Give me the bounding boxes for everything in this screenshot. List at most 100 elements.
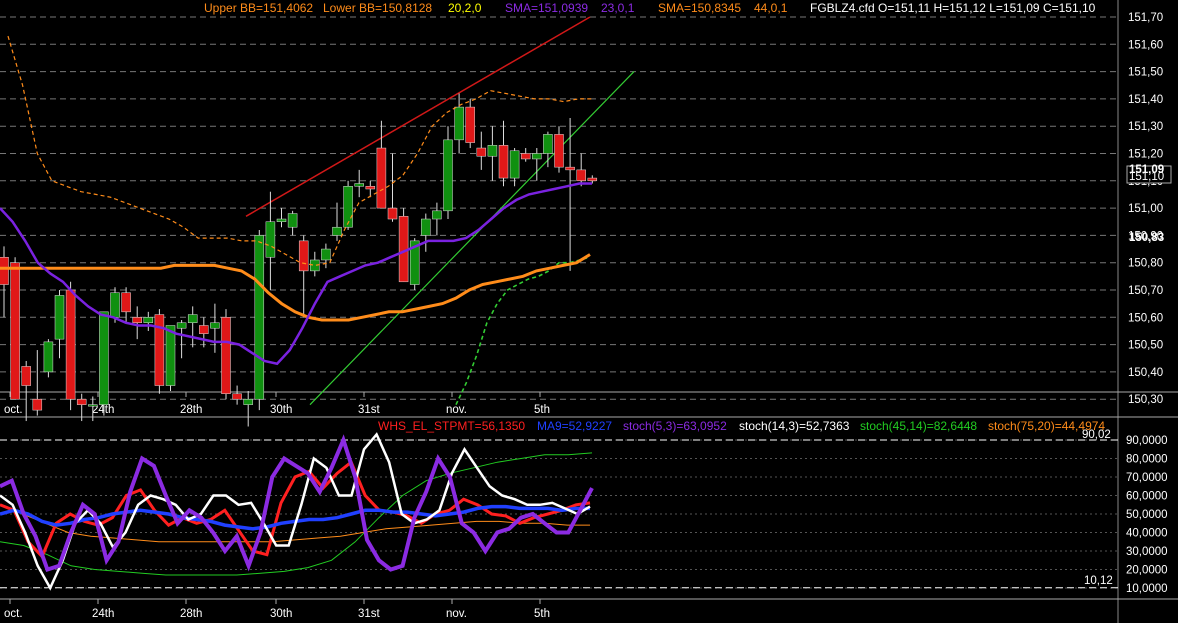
- candle-body: [520, 153, 531, 160]
- candle-body: [354, 183, 364, 187]
- candle-body: [321, 248, 331, 261]
- candle-body: [65, 289, 76, 400]
- osc-tick-label: 30,0000: [1126, 546, 1168, 558]
- trading-chart[interactable]: 151,70 151,60 151,50 151,40 151,30 151,20 151,…: [0, 0, 1178, 623]
- candle-body: [176, 322, 187, 329]
- x-tick-label: 30th: [270, 608, 292, 620]
- candle-body: [509, 150, 520, 179]
- candle-body: [154, 314, 165, 386]
- x-tick-label: 28th: [180, 608, 202, 620]
- candle-body: [287, 213, 298, 228]
- osc-tick-label: 80,0000: [1126, 454, 1168, 466]
- legend-sma-23-params: 23,0,1: [601, 1, 635, 15]
- candle-body: [43, 341, 54, 373]
- osc-tick-label: 90,0000: [1126, 435, 1168, 447]
- osc-level-low: 10,12: [1084, 575, 1113, 587]
- price-tick-label: 151,20: [1128, 149, 1163, 161]
- x-tick-label: 30th: [270, 404, 292, 416]
- candle-body: [21, 366, 31, 386]
- oscillator-series: [0, 432, 594, 591]
- price-tick-label: 151,30: [1128, 121, 1163, 133]
- candle-body: [465, 106, 475, 143]
- osc-level-high: 90,02: [1082, 429, 1111, 441]
- price-tick-label: 150,70: [1128, 285, 1163, 297]
- candle-body: [343, 186, 353, 228]
- candle-body: [187, 314, 198, 324]
- candle-body: [265, 221, 276, 258]
- osc-tick-label: 50,0000: [1126, 509, 1168, 521]
- legend-bb-params: 20,2,0: [448, 1, 482, 15]
- sma-44-axis-tag: 150,83: [1129, 232, 1164, 244]
- chart-grid: 151,70 151,60 151,50 151,40 151,30 151,20 151,…: [0, 0, 1178, 623]
- x-tick-label: 5th: [534, 404, 550, 416]
- candle-body: [143, 317, 154, 324]
- candle-body: [443, 139, 453, 212]
- legend-sma-44: SMA=150,8345: [658, 1, 741, 15]
- candle-body: [587, 177, 598, 182]
- osc-tick-label: 20,0000: [1126, 565, 1168, 577]
- candle-body: [54, 295, 65, 340]
- sma-23-line: [0, 182, 592, 366]
- candlestick-series: [0, 93, 598, 427]
- stoch-5-3-line: [0, 434, 594, 572]
- x-tick-label: nov.: [446, 608, 467, 620]
- candle-body: [76, 398, 87, 405]
- candle-body: [476, 147, 487, 157]
- candle-body: [421, 218, 431, 236]
- price-tick-label: 151,70: [1128, 12, 1163, 24]
- candle-body: [332, 226, 342, 236]
- x-tick-label: nov.: [446, 404, 467, 416]
- sma-23-axis-tag: 151,09: [1129, 164, 1164, 176]
- osc-tick-label: 40,0000: [1126, 528, 1168, 540]
- legend-stoch-14-3: stoch(14,3)=52,7363: [739, 419, 850, 433]
- x-tick-label: 28th: [180, 404, 202, 416]
- candle-body: [576, 169, 586, 182]
- candle-body: [387, 207, 398, 220]
- candle-body: [232, 393, 242, 400]
- price-tick-label: 150,50: [1128, 340, 1163, 352]
- candle-body: [254, 235, 265, 400]
- candle-body: [487, 145, 498, 157]
- candle-body: [199, 325, 209, 334]
- legend-sma-44-params: 44,0,1: [754, 1, 788, 15]
- lower-bollinger-band: [455, 256, 591, 406]
- legend-whs-stpmt: WHS_EL_STPMT=56,1350: [378, 419, 525, 433]
- x-tick-label: 5th: [534, 608, 550, 620]
- candle-body: [210, 322, 220, 329]
- candle-body: [565, 166, 575, 171]
- price-tick-label: 151,60: [1128, 39, 1163, 51]
- candle-body: [543, 134, 553, 154]
- candle-body: [88, 404, 98, 407]
- candle-body: [221, 317, 231, 394]
- sma-44-line: [0, 253, 591, 322]
- candle-body: [99, 311, 109, 405]
- candle-body: [243, 398, 253, 405]
- osc-tick-label: 10,0000: [1126, 583, 1168, 595]
- candle-body: [532, 153, 542, 160]
- resistance-trendline: [245, 16, 591, 217]
- x-tick-label: oct.: [4, 404, 23, 416]
- x-tick-label: 31st: [358, 404, 381, 416]
- candle-body: [110, 292, 120, 318]
- candle-body: [376, 147, 387, 209]
- candle-body: [365, 186, 376, 190]
- legend-stoch-45-14: stoch(45,14)=82,6448: [860, 419, 977, 433]
- legend-upper-bb: Upper BB=151,4062: [204, 1, 313, 15]
- candle-body: [498, 145, 509, 179]
- candle-body: [276, 218, 287, 223]
- osc-tick-label: 60,0000: [1126, 491, 1168, 503]
- x-tick-label: oct.: [4, 608, 23, 620]
- price-tick-label: 151,40: [1128, 94, 1163, 106]
- legend-ma9: MA9=52,9227: [537, 419, 612, 433]
- price-tick-label: 150,60: [1128, 312, 1163, 324]
- price-tick-label: 150,40: [1128, 367, 1163, 379]
- candle-body: [454, 106, 464, 141]
- price-tick-label: 150,80: [1128, 258, 1163, 270]
- x-tick-label: 31st: [358, 608, 381, 620]
- candle-body: [165, 325, 176, 386]
- candle-body: [121, 292, 131, 313]
- legend-lower-bb: Lower BB=150,8128: [323, 1, 432, 15]
- x-tick-label: 24th: [92, 608, 114, 620]
- candle-body: [32, 398, 43, 411]
- candle-body: [132, 317, 142, 324]
